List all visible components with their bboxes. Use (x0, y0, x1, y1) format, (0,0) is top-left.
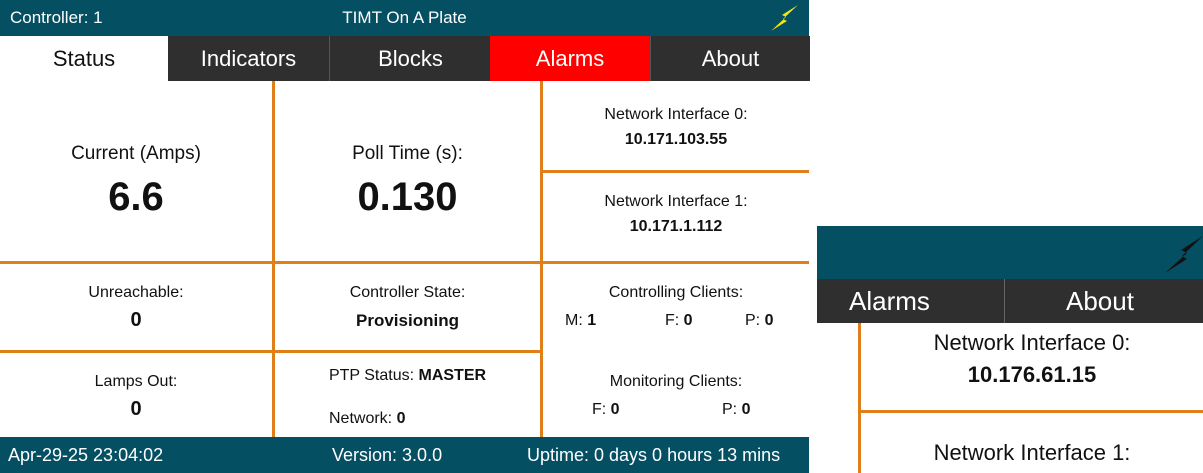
divider (0, 350, 543, 353)
lamps-out-value: 0 (130, 398, 142, 420)
zoom-net0-value: 10.176.61.15 (967, 362, 1097, 387)
uptime: Uptime: 0 days 0 hours 13 mins (527, 445, 781, 465)
zoom-header-bar (817, 226, 1203, 279)
version: Version: 3.0.0 (332, 445, 443, 465)
monitoring-clients-label: Monitoring Clients: (609, 373, 743, 390)
lightning-bolt-icon (1165, 236, 1203, 273)
controlling-clients-label: Controlling Clients: (608, 284, 744, 301)
poll-time-label: Poll Time (s): (352, 143, 463, 164)
monitoring-p: P: 0 (722, 401, 751, 418)
controller-state-value: Provisioning (356, 311, 459, 330)
lamps-out-label: Lamps Out: (94, 373, 178, 390)
ptp-status: PTP Status: MASTER (328, 367, 487, 384)
controller-state-label: Controller State: (349, 284, 466, 301)
tab-blocks[interactable]: Blocks (329, 36, 491, 81)
zoom-tab-alarms[interactable]: Alarms (849, 279, 930, 323)
poll-time-cell: Poll Time (s): 0.130 (275, 143, 540, 220)
zoom-net0-label: Network Interface 0: (933, 330, 1131, 355)
unreachable-cell: Unreachable: 0 (0, 284, 272, 332)
tab-status[interactable]: Status (0, 36, 168, 81)
datetime: Apr-29-25 23:04:02 (8, 445, 164, 465)
unreachable-label: Unreachable: (88, 284, 184, 301)
tab-bar: Status Indicators Blocks Alarms About (0, 36, 810, 81)
divider (0, 261, 809, 264)
monitoring-clients-cell: Monitoring Clients: (543, 373, 809, 391)
poll-time-value: 0.130 (357, 175, 458, 219)
unreachable-value: 0 (130, 309, 142, 331)
controlling-m: M: 1 (565, 312, 597, 329)
tab-alarms[interactable]: Alarms (490, 36, 650, 81)
tab-indicators[interactable]: Indicators (168, 36, 329, 81)
controlling-f: F: 0 (665, 312, 693, 329)
monitoring-f: F: 0 (592, 401, 620, 418)
divider (861, 410, 1203, 413)
ptp-network: Network: 0 (329, 410, 406, 427)
lamps-out-cell: Lamps Out: 0 (0, 373, 272, 421)
controlling-p: P: 0 (745, 312, 774, 329)
zoom-net1-label: Network Interface 1: (933, 440, 1131, 465)
footer-bar: Apr-29-25 23:04:02 Version: 3.0.0 Uptime… (0, 437, 809, 473)
status-panel: Current (Amps) 6.6 Poll Time (s): 0.130 … (0, 81, 809, 437)
lightning-bolt-icon (771, 5, 798, 31)
net1-label: Network Interface 1: (604, 193, 748, 210)
zoom-tab-about[interactable]: About (1066, 279, 1134, 323)
current-cell: Current (Amps) 6.6 (0, 143, 272, 220)
controlling-clients-cell: Controlling Clients: (543, 284, 809, 302)
controller-state-cell: Controller State: Provisioning (275, 284, 540, 331)
tab-about[interactable]: About (650, 36, 810, 81)
divider (543, 170, 809, 173)
divider (1004, 279, 1005, 323)
net1-value: 10.171.1.112 (629, 218, 723, 235)
network-interface-0: Network Interface 0: 10.171.103.55 (543, 106, 809, 149)
current-value: 6.6 (108, 175, 164, 219)
network-interface-1: Network Interface 1: 10.171.1.112 (543, 193, 809, 236)
header-bar: Controller: 1 TIMT On A Plate (0, 0, 809, 36)
app-title: TIMT On A Plate (342, 8, 467, 27)
net0-label: Network Interface 0: (604, 106, 748, 123)
net0-value: 10.171.103.55 (624, 131, 728, 148)
zoomed-inset: Alarms About Network Interface 0: 10.176… (817, 0, 1203, 473)
zoom-tab-bar: Alarms About (817, 279, 1203, 323)
zoom-network-interface-0: Network Interface 0: 10.176.61.15 (861, 330, 1203, 388)
current-label: Current (Amps) (71, 143, 201, 164)
